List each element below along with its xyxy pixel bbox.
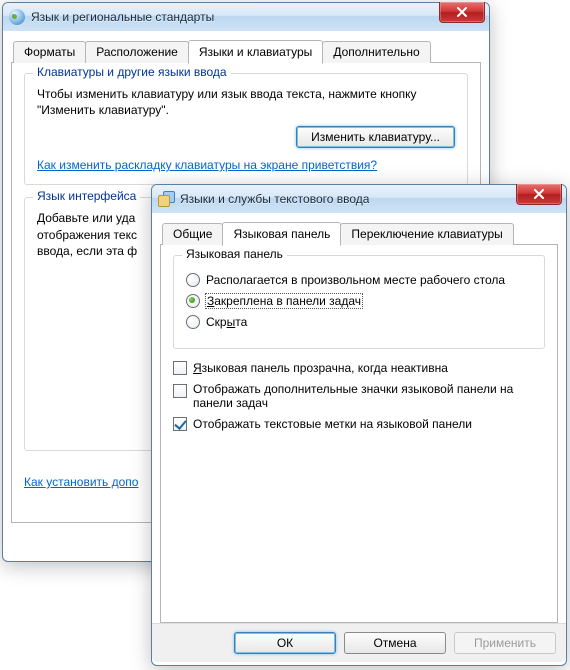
tab-general[interactable]: Общие xyxy=(162,223,223,245)
checkbox-label: Отображать дополнительные значки языково… xyxy=(193,382,523,410)
radio-hidden[interactable]: Скрыта xyxy=(186,315,532,329)
link-how-to-install[interactable]: Как установить допо xyxy=(24,475,138,489)
globe-icon xyxy=(9,9,25,25)
checkbox-label: Отображать текстовые метки на языковой п… xyxy=(193,417,472,431)
group-legend: Язык интерфейса xyxy=(33,189,140,203)
group-text: Чтобы изменить клавиатуру или язык ввода… xyxy=(37,86,455,118)
close-button[interactable] xyxy=(516,184,562,205)
dialog-button-bar: ОК Отмена Применить xyxy=(152,623,566,662)
tabstrip: Общие Языковая панель Переключение клави… xyxy=(160,221,558,245)
language-icon xyxy=(158,191,174,207)
group-keyboards: Клавиатуры и другие языки ввода Чтобы из… xyxy=(24,73,468,185)
radio-float-desktop[interactable]: Располагается в произвольном месте рабоч… xyxy=(186,273,532,287)
text-services-window: Языки и службы текстового ввода Общие Яз… xyxy=(151,184,567,666)
checkbox-icon xyxy=(173,384,187,398)
tab-keyboards-languages[interactable]: Языки и клавиатуры xyxy=(188,40,323,64)
cancel-button[interactable]: Отмена xyxy=(344,632,446,654)
change-keyboard-button[interactable]: Изменить клавиатуру... xyxy=(296,126,455,148)
check-show-text-labels[interactable]: Отображать текстовые метки на языковой п… xyxy=(173,417,545,431)
radio-label: Скрыта xyxy=(206,315,247,329)
radio-label: Закреплена в панели задач xyxy=(206,294,362,308)
window-title: Языки и службы текстового ввода xyxy=(180,192,369,206)
checkbox-label: Языковая панель прозрачна, когда неактив… xyxy=(193,361,448,375)
tab-advanced[interactable]: Дополнительно xyxy=(322,41,430,63)
radio-docked-taskbar[interactable]: Закреплена в панели задач xyxy=(186,294,532,308)
radio-icon xyxy=(186,315,200,329)
window-title: Язык и региональные стандарты xyxy=(31,10,214,24)
checkbox-icon xyxy=(173,417,187,431)
tab-page: Языковая панель Располагается в произвол… xyxy=(160,245,558,623)
tab-formats[interactable]: Форматы xyxy=(13,41,86,63)
check-extra-icons-taskbar[interactable]: Отображать дополнительные значки языково… xyxy=(173,382,545,410)
titlebar[interactable]: Язык и региональные стандарты xyxy=(3,3,489,31)
check-transparent-inactive[interactable]: Языковая панель прозрачна, когда неактив… xyxy=(173,361,545,375)
close-icon xyxy=(533,189,545,199)
ok-button[interactable]: ОК xyxy=(234,632,336,654)
close-icon xyxy=(456,7,468,17)
tab-location[interactable]: Расположение xyxy=(85,41,189,63)
titlebar[interactable]: Языки и службы текстового ввода xyxy=(152,185,566,213)
link-change-layout-welcome[interactable]: Как изменить раскладку клавиатуры на экр… xyxy=(37,158,377,172)
group-legend: Клавиатуры и другие языки ввода xyxy=(33,65,231,79)
radio-icon xyxy=(186,294,200,308)
group-language-bar: Языковая панель Располагается в произвол… xyxy=(173,255,545,349)
close-button[interactable] xyxy=(439,2,485,23)
apply-button[interactable]: Применить xyxy=(454,632,556,654)
group-legend: Языковая панель xyxy=(182,247,287,261)
radio-icon xyxy=(186,273,200,287)
tabstrip: Форматы Расположение Языки и клавиатуры … xyxy=(11,39,481,63)
tab-switch-keyboard[interactable]: Переключение клавиатуры xyxy=(340,223,513,245)
radio-label: Располагается в произвольном месте рабоч… xyxy=(206,273,505,287)
tab-language-bar[interactable]: Языковая панель xyxy=(222,222,341,246)
checkbox-icon xyxy=(173,361,187,375)
